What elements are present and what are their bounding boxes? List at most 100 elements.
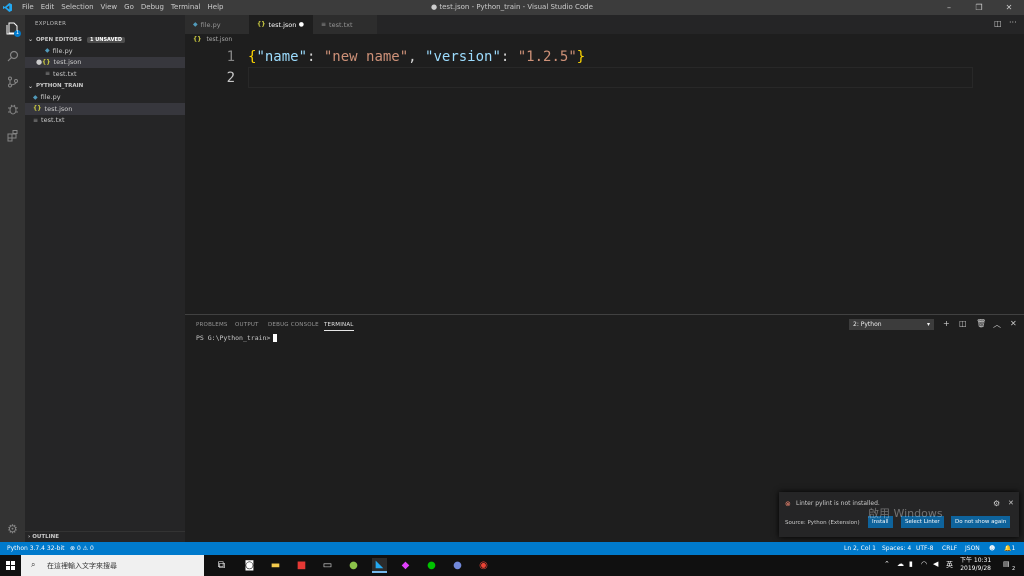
source-control-icon[interactable]: [5, 74, 20, 89]
line-app-icon[interactable]: ●: [424, 558, 439, 573]
indentation[interactable]: Spaces: 4: [882, 545, 911, 552]
open-editors-section[interactable]: ⌄ OPEN EDITORS 1 UNSAVED: [25, 34, 185, 45]
app-purple-icon[interactable]: ◆: [398, 558, 413, 573]
file-item-file-py[interactable]: ◆ file.py: [25, 92, 185, 104]
tab-output[interactable]: OUTPUT: [235, 322, 259, 328]
tray-up-arrow-icon[interactable]: ⌃: [884, 560, 890, 568]
battery-icon[interactable]: ▮: [909, 560, 913, 568]
gear-icon[interactable]: ⚙: [993, 499, 1000, 508]
windows-start-icon[interactable]: [6, 561, 15, 570]
outline-label: OUTLINE: [32, 534, 60, 540]
extensions-icon[interactable]: [5, 128, 20, 143]
editor-tabs: ◆ file.py {} test.json ● ≡ test.txt ◫ ··…: [185, 15, 1024, 34]
cursor-position[interactable]: Ln 2, Col 1: [844, 545, 876, 552]
restore-icon[interactable]: ❐: [964, 0, 994, 15]
tab-test-txt[interactable]: ≡ test.txt: [313, 15, 377, 34]
file-item-label: file.py: [40, 93, 61, 102]
feedback-icon[interactable]: ☻: [989, 545, 995, 552]
notification-count: 1: [1011, 545, 1016, 552]
line-number: 2: [226, 70, 235, 86]
open-editor-test-txt[interactable]: ≡ test.txt: [25, 68, 185, 80]
open-editor-file-py[interactable]: ◆ file.py: [25, 45, 185, 57]
kill-terminal-icon[interactable]: 🗑: [976, 319, 986, 328]
tab-label: file.py: [200, 20, 221, 29]
wifi-icon[interactable]: ◠: [921, 560, 927, 568]
file-explorer-icon[interactable]: ▬: [268, 558, 283, 573]
text-file-icon: ≡: [321, 21, 327, 28]
do-not-show-again-button[interactable]: Do not show again: [951, 516, 1011, 528]
json-string: "1.2.5": [517, 49, 577, 65]
task-view-icon[interactable]: ⧉: [214, 558, 229, 573]
open-editor-label: file.py: [52, 46, 73, 55]
tab-debug-console[interactable]: DEBUG CONSOLE: [268, 322, 319, 328]
search-icon[interactable]: [5, 48, 20, 63]
status-bar: Python 3.7.4 32-bit ⊗ 0 ⚠ 0 Ln 2, Col 1 …: [0, 542, 1024, 555]
text-file-icon: ≡: [33, 116, 39, 124]
volume-icon[interactable]: ◀: [933, 560, 938, 568]
chrome-icon[interactable]: ◉: [476, 558, 491, 573]
line-ending[interactable]: CRLF: [942, 545, 957, 552]
tab-terminal[interactable]: TERMINAL: [324, 322, 354, 331]
close-icon[interactable]: ✕: [1008, 499, 1014, 507]
terminal-select-value: 2: Python: [853, 321, 882, 328]
split-terminal-icon[interactable]: ◫: [959, 319, 967, 328]
tab-problems[interactable]: PROBLEMS: [196, 322, 228, 328]
code-editor[interactable]: 1 2 {"name": "new name", "version": "1.2…: [185, 44, 1024, 314]
error-icon: ⊗: [70, 545, 77, 552]
input-language[interactable]: 英: [946, 560, 953, 570]
terminal-prompt: PS G:\Python_train>: [196, 334, 271, 342]
taskbar-search[interactable]: ⌕ 在這裡輸入文字來搜尋: [21, 555, 204, 576]
file-item-label: test.json: [44, 104, 73, 113]
debug-icon[interactable]: [5, 101, 20, 116]
python-file-icon: ◆: [33, 93, 38, 101]
folder-section[interactable]: ⌄ PYTHON_TRAIN: [25, 81, 185, 92]
window-title: ● test.json - Python_train - Visual Stud…: [431, 3, 593, 11]
folder-label: PYTHON_TRAIN: [36, 83, 84, 89]
minimize-icon[interactable]: –: [934, 0, 964, 15]
app-red-icon[interactable]: ■: [294, 558, 309, 573]
close-panel-icon[interactable]: ✕: [1010, 319, 1017, 328]
app-green-icon[interactable]: ●: [346, 558, 361, 573]
modified-dot-icon: ●: [36, 58, 43, 67]
new-terminal-icon[interactable]: +: [943, 319, 950, 328]
breadcrumb[interactable]: {} test.json: [193, 36, 232, 43]
open-editor-test-json[interactable]: ● {} test.json: [25, 56, 185, 68]
chevron-right-icon: ›: [28, 534, 31, 540]
json-string: "new name": [323, 49, 409, 65]
python-file-icon: ◆: [193, 21, 198, 28]
split-editor-icon[interactable]: ◫: [994, 19, 1002, 28]
settings-gear-icon[interactable]: ⚙: [5, 521, 20, 536]
app-icon[interactable]: ◙: [242, 558, 257, 573]
vscode-taskbar-icon[interactable]: ◣: [372, 558, 387, 573]
app-window-icon[interactable]: ▭: [320, 558, 335, 573]
tab-test-json[interactable]: {} test.json ●: [249, 15, 313, 34]
unsaved-dot-icon[interactable]: ●: [299, 21, 304, 28]
chevron-down-icon: ⌄: [28, 82, 34, 90]
notification-source: Source: Python (Extension): [785, 520, 860, 526]
file-item-test-txt[interactable]: ≡ test.txt: [25, 115, 185, 127]
json-punct: :: [500, 49, 518, 65]
terminal-output[interactable]: PS G:\Python_train>: [196, 334, 278, 342]
outline-section[interactable]: › OUTLINE: [25, 531, 185, 542]
notifications-bell[interactable]: 🔔1: [1004, 545, 1015, 552]
search-placeholder: 在這裡輸入文字來搜尋: [47, 562, 117, 570]
more-actions-icon[interactable]: ···: [1009, 18, 1017, 27]
action-center-icon[interactable]: ▤: [1003, 560, 1010, 568]
tab-file-py[interactable]: ◆ file.py: [185, 15, 249, 34]
open-editor-label: test.txt: [53, 69, 77, 78]
tab-label: test.json: [268, 20, 297, 29]
clock-time: 下午 10:31: [960, 557, 992, 564]
discord-icon[interactable]: ●: [450, 558, 465, 573]
action-center-count: 2: [1012, 566, 1016, 572]
python-file-icon: ◆: [45, 47, 50, 55]
system-clock[interactable]: 下午 10:31 2019/9/28: [960, 557, 991, 573]
file-item-test-json[interactable]: {} test.json: [25, 103, 185, 115]
terminal-select[interactable]: 2: Python ▾: [849, 319, 934, 330]
close-icon[interactable]: ✕: [994, 0, 1024, 15]
language-mode[interactable]: JSON: [965, 545, 980, 552]
maximize-panel-icon[interactable]: ︿: [993, 319, 1001, 330]
encoding[interactable]: UTF-8: [916, 545, 934, 552]
python-interpreter[interactable]: Python 3.7.4 32-bit: [7, 545, 65, 552]
problems-indicator[interactable]: ⊗ 0 ⚠ 0: [70, 545, 94, 552]
network-icon[interactable]: ☁: [897, 560, 904, 568]
